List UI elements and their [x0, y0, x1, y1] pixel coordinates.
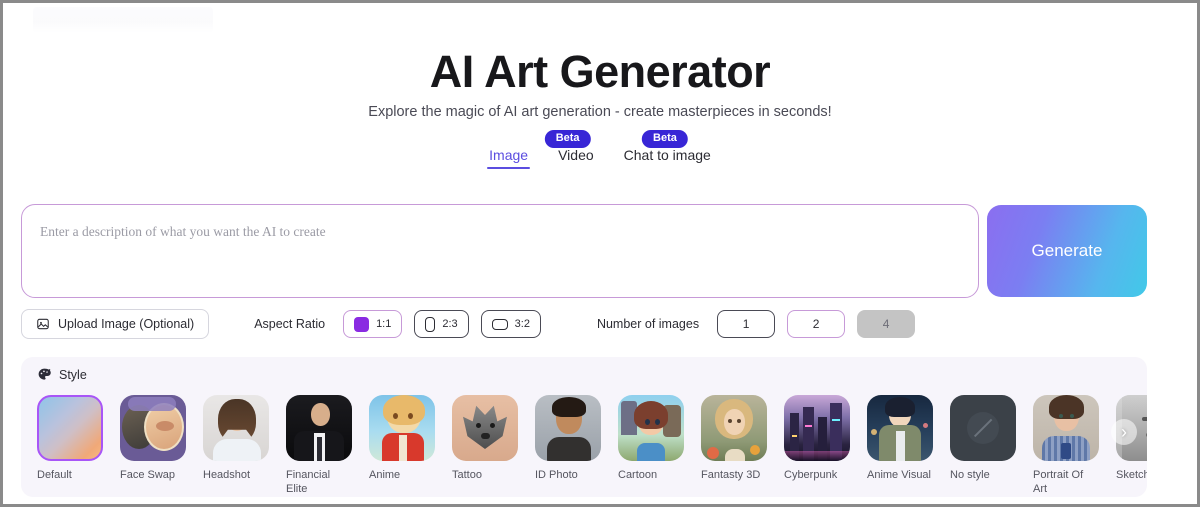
style-item-label: Portrait Of Art — [1033, 469, 1084, 495]
prompt-placeholder: Enter a description of what you want the… — [40, 224, 326, 239]
style-thumbnail[interactable] — [452, 395, 518, 461]
style-item-portrait-of-art[interactable]: Portrait Of Art — [1033, 395, 1099, 496]
style-thumbnail[interactable] — [784, 395, 850, 461]
aspect-ratio-label: Aspect Ratio — [254, 317, 326, 331]
beta-badge-chat: Beta — [642, 130, 688, 148]
style-item-label: ID Photo — [535, 469, 578, 481]
style-item-id-photo[interactable]: ID Photo — [535, 395, 601, 496]
number-of-images-label: Number of images — [596, 317, 700, 331]
style-item-cyberpunk[interactable]: Cyberpunk — [784, 395, 850, 496]
beta-badge-video: Beta — [544, 130, 591, 148]
style-item-anime-visual[interactable]: Anime Visual — [867, 395, 933, 496]
number-of-images-4: 4 — [857, 310, 916, 338]
tab-video[interactable]: Beta Video — [544, 130, 596, 169]
style-panel: Style Default Face Swap Headshot Financi… — [21, 357, 1147, 497]
tab-chat-to-image[interactable]: Beta Chat to image — [622, 130, 713, 169]
style-item-label: Financial Elite — [286, 469, 331, 495]
aspect-ratio-1-1[interactable]: 1:1 — [343, 310, 403, 338]
style-item-sketch[interactable]: Sketch — [1116, 395, 1147, 496]
style-item-no-style[interactable]: No style — [950, 395, 1016, 496]
page-title: AI Art Generator — [429, 46, 771, 97]
style-thumbnail[interactable] — [1033, 395, 1099, 461]
aspect-ratio-3-2-label: 3:2 — [514, 318, 530, 330]
page-subtitle: Explore the magic of AI art generation -… — [368, 104, 832, 120]
style-item-financial-elite[interactable]: Financial Elite — [286, 395, 352, 496]
style-item-anime[interactable]: Anime — [369, 395, 435, 496]
aspect-ratio-3-2[interactable]: 3:2 — [480, 310, 541, 338]
tab-chat-to-image-label: Chat to image — [623, 147, 711, 163]
style-item-headshot[interactable]: Headshot — [203, 395, 269, 496]
options-row: Upload Image (Optional) Aspect Ratio 1:1… — [21, 309, 916, 339]
prompt-row: Enter a description of what you want the… — [21, 204, 1147, 298]
tab-image[interactable]: Image — [487, 131, 531, 169]
app-viewport: AI Art Generator Explore the magic of AI… — [3, 3, 1197, 504]
aspect-ratio-2-3[interactable]: 2:3 — [414, 310, 469, 338]
number-of-images-1[interactable]: 1 — [717, 310, 776, 338]
chevron-right-icon[interactable]: › — [1111, 419, 1137, 445]
style-thumbnail[interactable] — [37, 395, 103, 461]
generate-button[interactable]: Generate — [987, 205, 1147, 297]
number-of-images-2[interactable]: 2 — [787, 310, 846, 338]
style-item-label: Anime Visual — [867, 469, 931, 481]
mode-tabs: Image Beta Video Beta Chat to image — [3, 130, 1197, 169]
style-thumbnail[interactable] — [120, 395, 186, 461]
style-list[interactable]: Default Face Swap Headshot Financial Eli… — [37, 395, 1147, 496]
style-item-label: Cyberpunk — [784, 469, 838, 481]
landscape-rect-icon — [491, 318, 508, 330]
style-thumbnail[interactable] — [535, 395, 601, 461]
tab-active-underline — [487, 167, 531, 169]
prompt-input[interactable]: Enter a description of what you want the… — [21, 204, 979, 298]
style-thumbnail[interactable] — [867, 395, 933, 461]
style-item-label: Default — [37, 469, 72, 481]
style-section-label: Style — [59, 367, 87, 382]
style-thumbnail[interactable] — [950, 395, 1016, 461]
style-item-label: Headshot — [203, 469, 251, 481]
portrait-rect-icon — [425, 316, 436, 332]
aspect-ratio-1-1-label: 1:1 — [376, 318, 392, 330]
style-thumbnail[interactable] — [701, 395, 767, 461]
style-thumbnail[interactable] — [286, 395, 352, 461]
style-thumbnail[interactable] — [369, 395, 435, 461]
style-item-tattoo[interactable]: Tattoo — [452, 395, 518, 496]
style-item-label: Anime — [369, 469, 401, 481]
style-item-label: Tattoo — [452, 469, 482, 481]
style-thumbnail[interactable] — [203, 395, 269, 461]
tab-video-label: Video — [558, 147, 594, 163]
style-item-label: Face Swap — [120, 469, 176, 481]
style-item-label: No style — [950, 469, 990, 481]
style-item-label: Cartoon — [618, 469, 658, 481]
aspect-ratio-2-3-label: 2:3 — [442, 318, 458, 330]
image-icon — [36, 317, 50, 331]
style-item-label: Fantasty 3D — [701, 469, 761, 481]
top-left-ghost-element — [33, 7, 213, 33]
style-item-default[interactable]: Default — [37, 395, 103, 496]
palette-icon — [37, 367, 52, 382]
tab-image-label: Image — [489, 147, 529, 163]
style-item-cartoon[interactable]: Cartoon — [618, 395, 684, 496]
style-item-face-swap[interactable]: Face Swap — [120, 395, 186, 496]
style-thumbnail[interactable] — [618, 395, 684, 461]
upload-image-label: Upload Image (Optional) — [58, 317, 195, 331]
upload-image-button[interactable]: Upload Image (Optional) — [21, 309, 210, 339]
style-section-header: Style — [37, 367, 87, 382]
square-icon — [354, 316, 370, 332]
style-item-label: Sketch — [1116, 469, 1147, 481]
style-item-fantasty-3d[interactable]: Fantasty 3D — [701, 395, 767, 496]
